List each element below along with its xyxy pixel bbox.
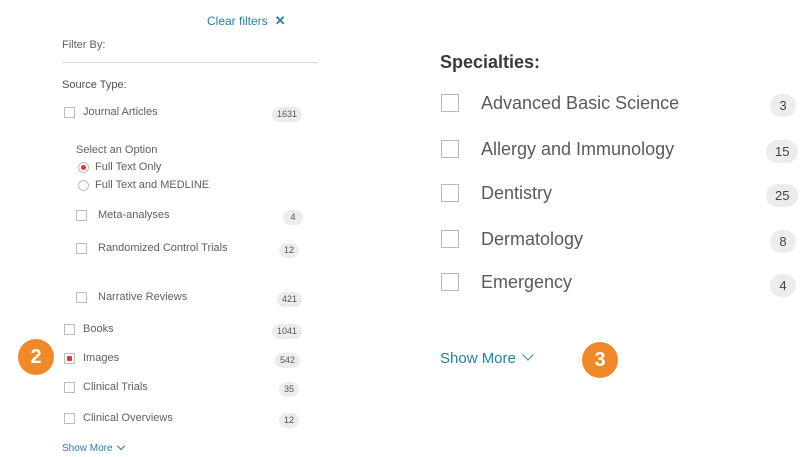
books-label[interactable]: Books: [83, 323, 114, 335]
images-count: 542: [275, 353, 301, 368]
close-icon[interactable]: ✕: [275, 13, 286, 28]
step-badge: 2: [18, 339, 54, 375]
advanced-basic-science-label[interactable]: Advanced Basic Science: [481, 93, 679, 114]
dentistry-checkbox[interactable]: [441, 184, 459, 202]
dermatology-count: 8: [770, 230, 796, 253]
allergy-immunology-checkbox[interactable]: [441, 140, 459, 158]
images-label[interactable]: Images: [83, 352, 119, 364]
narrative-reviews-checkbox[interactable]: [76, 292, 87, 303]
divider: [62, 62, 318, 63]
step-badge: 3: [582, 342, 618, 378]
randomized-control-trials-label[interactable]: Randomized Control Trials: [98, 240, 238, 257]
clinical-overviews-checkbox[interactable]: [64, 413, 75, 424]
clinical-trials-count: 35: [279, 382, 300, 397]
clinical-overviews-label[interactable]: Clinical Overviews: [83, 412, 173, 424]
show-more-source-type-link[interactable]: Show More: [62, 441, 125, 454]
allergy-immunology-label[interactable]: Allergy and Immunology: [481, 139, 674, 160]
dentistry-count: 25: [766, 184, 799, 207]
specialties-heading: Specialties:: [440, 52, 541, 72]
full-text-only-radio[interactable]: [78, 162, 89, 173]
filter-panel: Clear filters ✕ Filter By: Source Type: J…: [52, 0, 320, 457]
allergy-immunology-count: 15: [766, 140, 799, 163]
dentistry-label[interactable]: Dentistry: [481, 183, 552, 204]
step-badge-number: 2: [30, 345, 42, 368]
full-text-medline-radio[interactable]: [78, 180, 89, 191]
journal-articles-checkbox[interactable]: [64, 107, 75, 118]
narrative-reviews-count: 421: [277, 292, 303, 307]
full-text-medline-label[interactable]: Full Text and MEDLINE: [95, 179, 209, 191]
show-more-label[interactable]: Show More: [62, 443, 113, 454]
meta-analyses-count: 4: [283, 210, 303, 225]
advanced-basic-science-checkbox[interactable]: [441, 94, 459, 112]
show-more-specialties-link[interactable]: Show More: [440, 349, 534, 367]
meta-analyses-label[interactable]: Meta-analyses: [98, 209, 170, 221]
clear-filters-label[interactable]: Clear filters: [207, 14, 268, 28]
clinical-trials-checkbox[interactable]: [64, 382, 75, 393]
chevron-down-icon[interactable]: [116, 441, 125, 451]
select-option-label: Select an Option: [76, 144, 158, 156]
advanced-basic-science-count: 3: [770, 94, 796, 117]
step-badge-number: 3: [594, 348, 606, 371]
clinical-trials-label[interactable]: Clinical Trials: [83, 381, 148, 393]
source-type-heading: Source Type:: [62, 79, 127, 91]
chevron-down-icon[interactable]: [522, 349, 534, 361]
show-more-specialties-label[interactable]: Show More: [440, 350, 516, 367]
emergency-checkbox[interactable]: [441, 273, 459, 291]
narrative-reviews-label[interactable]: Narrative Reviews: [98, 291, 187, 303]
randomized-control-trials-count: 12: [279, 243, 300, 258]
journal-articles-label[interactable]: Journal Articles: [83, 106, 158, 118]
books-checkbox[interactable]: [64, 324, 75, 335]
emergency-count: 4: [770, 274, 796, 297]
books-count: 1041: [272, 324, 303, 339]
dermatology-checkbox[interactable]: [441, 230, 459, 248]
dermatology-label[interactable]: Dermatology: [481, 229, 583, 250]
filter-by-label: Filter By:: [62, 39, 106, 51]
full-text-only-label[interactable]: Full Text Only: [95, 161, 161, 173]
randomized-control-trials-checkbox[interactable]: [76, 243, 87, 254]
meta-analyses-checkbox[interactable]: [76, 210, 87, 221]
clinical-overviews-count: 12: [279, 413, 300, 428]
journal-articles-count: 1631: [272, 107, 303, 122]
images-checkbox[interactable]: [64, 353, 75, 364]
clear-filters-link[interactable]: Clear filters ✕: [207, 13, 286, 29]
emergency-label[interactable]: Emergency: [481, 272, 572, 293]
